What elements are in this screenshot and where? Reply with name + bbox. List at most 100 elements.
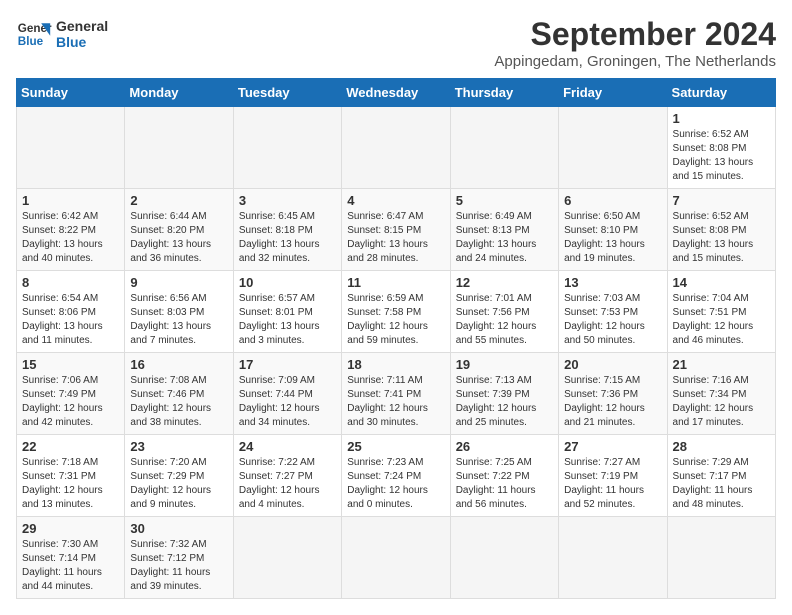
sunrise-text: Sunrise: 7:25 AM xyxy=(456,457,532,468)
calendar-header-wednesday: Wednesday xyxy=(342,79,450,107)
daylight-text: Daylight: 12 hours and 30 minutes. xyxy=(347,403,428,428)
calendar-header-thursday: Thursday xyxy=(450,79,558,107)
day-number: 12 xyxy=(456,275,553,290)
day-number: 1 xyxy=(22,193,119,208)
sunrise-text: Sunrise: 7:29 AM xyxy=(673,457,749,468)
day-info: Sunrise: 6:42 AM Sunset: 8:22 PM Dayligh… xyxy=(22,210,119,266)
calendar-cell: 1 Sunrise: 6:42 AM Sunset: 8:22 PM Dayli… xyxy=(17,189,125,271)
daylight-text: Daylight: 12 hours and 46 minutes. xyxy=(673,321,754,346)
day-number: 3 xyxy=(239,193,336,208)
sunrise-text: Sunrise: 6:44 AM xyxy=(130,211,206,222)
daylight-text: Daylight: 13 hours and 28 minutes. xyxy=(347,239,428,264)
sunset-text: Sunset: 8:06 PM xyxy=(22,307,96,318)
day-info: Sunrise: 7:25 AM Sunset: 7:22 PM Dayligh… xyxy=(456,456,553,512)
daylight-text: Daylight: 11 hours and 52 minutes. xyxy=(564,485,644,510)
day-number: 29 xyxy=(22,521,119,536)
calendar-cell xyxy=(450,517,558,599)
sunrise-text: Sunrise: 7:32 AM xyxy=(130,539,206,550)
day-info: Sunrise: 7:30 AM Sunset: 7:14 PM Dayligh… xyxy=(22,538,119,594)
sunset-text: Sunset: 7:34 PM xyxy=(673,389,747,400)
day-info: Sunrise: 6:59 AM Sunset: 7:58 PM Dayligh… xyxy=(347,292,444,348)
daylight-text: Daylight: 12 hours and 25 minutes. xyxy=(456,403,537,428)
daylight-text: Daylight: 11 hours and 39 minutes. xyxy=(130,567,210,592)
sunrise-text: Sunrise: 7:22 AM xyxy=(239,457,315,468)
day-info: Sunrise: 6:45 AM Sunset: 8:18 PM Dayligh… xyxy=(239,210,336,266)
sunrise-text: Sunrise: 7:06 AM xyxy=(22,375,98,386)
sunset-text: Sunset: 8:13 PM xyxy=(456,225,530,236)
day-info: Sunrise: 7:18 AM Sunset: 7:31 PM Dayligh… xyxy=(22,456,119,512)
day-info: Sunrise: 6:54 AM Sunset: 8:06 PM Dayligh… xyxy=(22,292,119,348)
calendar-cell: 14 Sunrise: 7:04 AM Sunset: 7:51 PM Dayl… xyxy=(667,271,775,353)
sunset-text: Sunset: 7:19 PM xyxy=(564,471,638,482)
daylight-text: Daylight: 12 hours and 50 minutes. xyxy=(564,321,645,346)
sunrise-text: Sunrise: 6:54 AM xyxy=(22,293,98,304)
day-info: Sunrise: 7:20 AM Sunset: 7:29 PM Dayligh… xyxy=(130,456,227,512)
sunset-text: Sunset: 7:44 PM xyxy=(239,389,313,400)
day-number: 15 xyxy=(22,357,119,372)
sunrise-text: Sunrise: 7:09 AM xyxy=(239,375,315,386)
day-number: 1 xyxy=(673,111,770,126)
day-number: 17 xyxy=(239,357,336,372)
day-number: 9 xyxy=(130,275,227,290)
day-info: Sunrise: 7:06 AM Sunset: 7:49 PM Dayligh… xyxy=(22,374,119,430)
logo-line2: Blue xyxy=(56,34,108,50)
sunrise-text: Sunrise: 6:52 AM xyxy=(673,211,749,222)
calendar-cell xyxy=(667,517,775,599)
calendar-week-3: 15 Sunrise: 7:06 AM Sunset: 7:49 PM Dayl… xyxy=(17,353,776,435)
day-number: 21 xyxy=(673,357,770,372)
day-info: Sunrise: 6:49 AM Sunset: 8:13 PM Dayligh… xyxy=(456,210,553,266)
calendar-cell: 1 Sunrise: 6:52 AM Sunset: 8:08 PM Dayli… xyxy=(667,107,775,189)
calendar-cell: 5 Sunrise: 6:49 AM Sunset: 8:13 PM Dayli… xyxy=(450,189,558,271)
day-info: Sunrise: 7:13 AM Sunset: 7:39 PM Dayligh… xyxy=(456,374,553,430)
day-number: 2 xyxy=(130,193,227,208)
day-info: Sunrise: 7:16 AM Sunset: 7:34 PM Dayligh… xyxy=(673,374,770,430)
sunset-text: Sunset: 7:49 PM xyxy=(22,389,96,400)
sunset-text: Sunset: 8:18 PM xyxy=(239,225,313,236)
day-number: 26 xyxy=(456,439,553,454)
day-number: 10 xyxy=(239,275,336,290)
calendar-week-5: 29 Sunrise: 7:30 AM Sunset: 7:14 PM Dayl… xyxy=(17,517,776,599)
daylight-text: Daylight: 11 hours and 48 minutes. xyxy=(673,485,753,510)
day-info: Sunrise: 6:47 AM Sunset: 8:15 PM Dayligh… xyxy=(347,210,444,266)
calendar-header-tuesday: Tuesday xyxy=(233,79,341,107)
day-info: Sunrise: 6:56 AM Sunset: 8:03 PM Dayligh… xyxy=(130,292,227,348)
calendar-cell: 30 Sunrise: 7:32 AM Sunset: 7:12 PM Dayl… xyxy=(125,517,233,599)
calendar-cell: 24 Sunrise: 7:22 AM Sunset: 7:27 PM Dayl… xyxy=(233,435,341,517)
calendar-cell xyxy=(342,517,450,599)
svg-text:Blue: Blue xyxy=(18,35,44,48)
calendar: SundayMondayTuesdayWednesdayThursdayFrid… xyxy=(16,78,776,599)
daylight-text: Daylight: 12 hours and 0 minutes. xyxy=(347,485,428,510)
sunrise-text: Sunrise: 6:47 AM xyxy=(347,211,423,222)
sunset-text: Sunset: 7:27 PM xyxy=(239,471,313,482)
calendar-cell xyxy=(233,107,341,189)
sunset-text: Sunset: 7:36 PM xyxy=(564,389,638,400)
calendar-cell: 4 Sunrise: 6:47 AM Sunset: 8:15 PM Dayli… xyxy=(342,189,450,271)
calendar-week-4: 22 Sunrise: 7:18 AM Sunset: 7:31 PM Dayl… xyxy=(17,435,776,517)
daylight-text: Daylight: 13 hours and 11 minutes. xyxy=(22,321,103,346)
sunrise-text: Sunrise: 7:11 AM xyxy=(347,375,422,386)
calendar-week-0: 1 Sunrise: 6:52 AM Sunset: 8:08 PM Dayli… xyxy=(17,107,776,189)
calendar-cell xyxy=(17,107,125,189)
daylight-text: Daylight: 13 hours and 19 minutes. xyxy=(564,239,645,264)
day-number: 14 xyxy=(673,275,770,290)
daylight-text: Daylight: 13 hours and 32 minutes. xyxy=(239,239,320,264)
daylight-text: Daylight: 12 hours and 9 minutes. xyxy=(130,485,211,510)
day-number: 20 xyxy=(564,357,661,372)
sunset-text: Sunset: 8:08 PM xyxy=(673,225,747,236)
day-number: 28 xyxy=(673,439,770,454)
daylight-text: Daylight: 12 hours and 59 minutes. xyxy=(347,321,428,346)
day-info: Sunrise: 7:27 AM Sunset: 7:19 PM Dayligh… xyxy=(564,456,661,512)
day-number: 22 xyxy=(22,439,119,454)
calendar-cell: 8 Sunrise: 6:54 AM Sunset: 8:06 PM Dayli… xyxy=(17,271,125,353)
calendar-cell xyxy=(450,107,558,189)
calendar-cell: 22 Sunrise: 7:18 AM Sunset: 7:31 PM Dayl… xyxy=(17,435,125,517)
sunrise-text: Sunrise: 7:15 AM xyxy=(564,375,640,386)
day-number: 16 xyxy=(130,357,227,372)
sunset-text: Sunset: 8:03 PM xyxy=(130,307,204,318)
calendar-cell xyxy=(125,107,233,189)
sunset-text: Sunset: 7:41 PM xyxy=(347,389,421,400)
sunrise-text: Sunrise: 6:42 AM xyxy=(22,211,98,222)
day-number: 19 xyxy=(456,357,553,372)
sunrise-text: Sunrise: 7:23 AM xyxy=(347,457,423,468)
day-number: 27 xyxy=(564,439,661,454)
